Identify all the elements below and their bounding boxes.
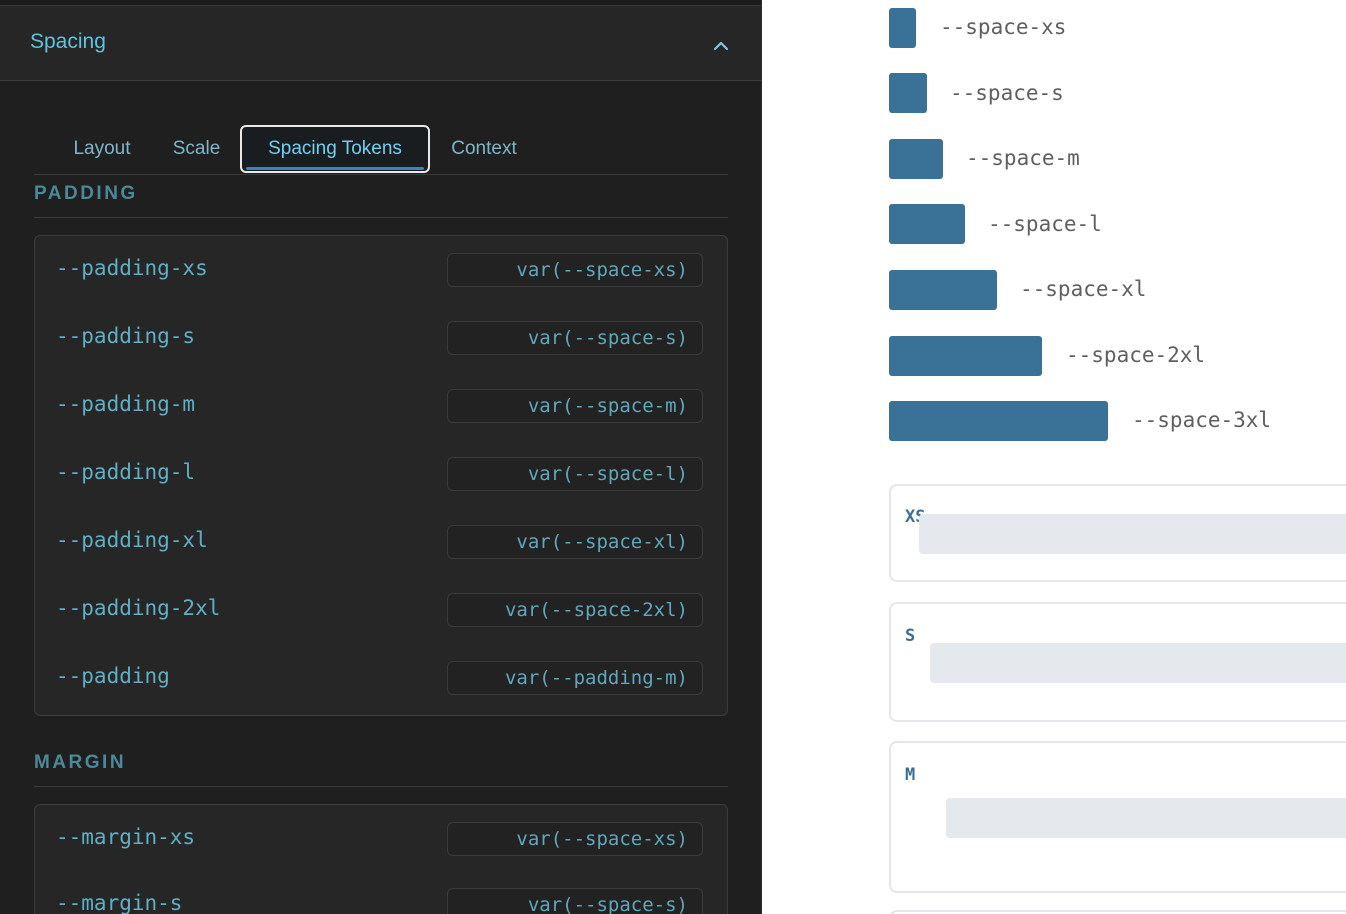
token-name: --padding-xs — [56, 256, 208, 280]
padding-demo-m: M — [889, 741, 1346, 893]
tab-layout[interactable]: Layout — [54, 125, 150, 173]
token-value-field[interactable]: var(--space-xs) — [447, 822, 703, 856]
demo-tag: S — [905, 626, 916, 646]
padding-demo-next — [889, 910, 1346, 914]
tab-scale[interactable]: Scale — [158, 125, 235, 173]
space-swatch — [889, 73, 927, 113]
demo-content-bar — [919, 514, 1346, 554]
tab-spacing-tokens[interactable]: Spacing Tokens — [240, 125, 430, 173]
padding-token-list: --padding-xs var(--space-xs) --padding-s… — [34, 235, 728, 716]
token-name: --padding — [56, 664, 170, 688]
padding-demo-s: S — [889, 602, 1346, 722]
spacing-section-header[interactable]: Spacing — [0, 6, 761, 81]
space-swatch — [889, 139, 943, 179]
token-name: --padding-s — [56, 324, 196, 348]
tab-context[interactable]: Context — [436, 125, 532, 173]
padding-demo-xs: XS — [889, 484, 1346, 582]
tab-label: Context — [451, 138, 517, 159]
spacing-panel: Spacing Layout Scale Spacing Tokens Cont… — [0, 0, 762, 914]
token-row: --padding-l var(--space-l) — [35, 440, 727, 508]
tab-label: Layout — [73, 138, 131, 159]
margin-token-list: --margin-xs var(--space-xs) --margin-s v… — [34, 804, 728, 914]
tab-bar: Layout Scale Spacing Tokens Context — [34, 125, 728, 175]
padding-section-label: PADDING — [34, 183, 138, 204]
space-swatch — [889, 204, 965, 244]
token-row: --padding-xs var(--space-xs) — [35, 236, 727, 304]
space-swatch — [889, 336, 1042, 376]
chevron-up-icon[interactable] — [711, 38, 731, 54]
space-swatch — [889, 270, 997, 310]
tab-label: Spacing Tokens — [268, 138, 402, 159]
demo-content-bar — [930, 643, 1346, 683]
swatch-label: --space-l — [988, 212, 1102, 236]
token-row: --margin-xs var(--space-xs) — [35, 805, 727, 873]
token-row: --padding-xl var(--space-xl) — [35, 508, 727, 576]
space-swatch — [889, 401, 1108, 441]
swatch-label: --space-s — [950, 81, 1064, 105]
token-value-field[interactable]: var(--space-2xl) — [447, 593, 703, 627]
token-row: --padding-m var(--space-m) — [35, 372, 727, 440]
token-value-field[interactable]: var(--padding-m) — [447, 661, 703, 695]
tab-label: Scale — [172, 138, 221, 159]
section-divider — [34, 217, 728, 218]
token-row: --margin-s var(--space-s) — [35, 871, 727, 914]
space-swatch — [889, 8, 916, 48]
panel-title: Spacing — [30, 30, 106, 53]
swatch-label: --space-2xl — [1066, 343, 1206, 367]
token-name: --padding-2xl — [56, 596, 221, 620]
swatch-label: --space-xl — [1020, 277, 1147, 301]
swatch-label: --space-3xl — [1132, 408, 1272, 432]
token-name: --margin-s — [56, 891, 183, 914]
spacing-preview: --space-xs --space-s --space-m --space-l… — [772, 0, 1346, 914]
token-row: --padding var(--padding-m) — [35, 644, 727, 712]
token-value-field[interactable]: var(--space-l) — [447, 457, 703, 491]
token-name: --padding-xl — [56, 528, 208, 552]
token-value-field[interactable]: var(--space-m) — [447, 389, 703, 423]
token-value-field[interactable]: var(--space-xl) — [447, 525, 703, 559]
margin-section-label: MARGIN — [34, 752, 127, 773]
token-name: --padding-m — [56, 392, 196, 416]
demo-content-bar — [946, 798, 1346, 838]
token-value-field[interactable]: var(--space-xs) — [447, 253, 703, 287]
token-value-field[interactable]: var(--space-s) — [447, 321, 703, 355]
token-value-field[interactable]: var(--space-s) — [447, 888, 703, 914]
token-name: --margin-xs — [56, 825, 196, 849]
token-row: --padding-s var(--space-s) — [35, 304, 727, 372]
token-row: --padding-2xl var(--space-2xl) — [35, 576, 727, 644]
demo-tag: M — [905, 765, 916, 785]
token-name: --padding-l — [56, 460, 196, 484]
section-divider — [34, 786, 728, 787]
swatch-label: --space-xs — [940, 15, 1067, 39]
swatch-label: --space-m — [966, 146, 1080, 170]
